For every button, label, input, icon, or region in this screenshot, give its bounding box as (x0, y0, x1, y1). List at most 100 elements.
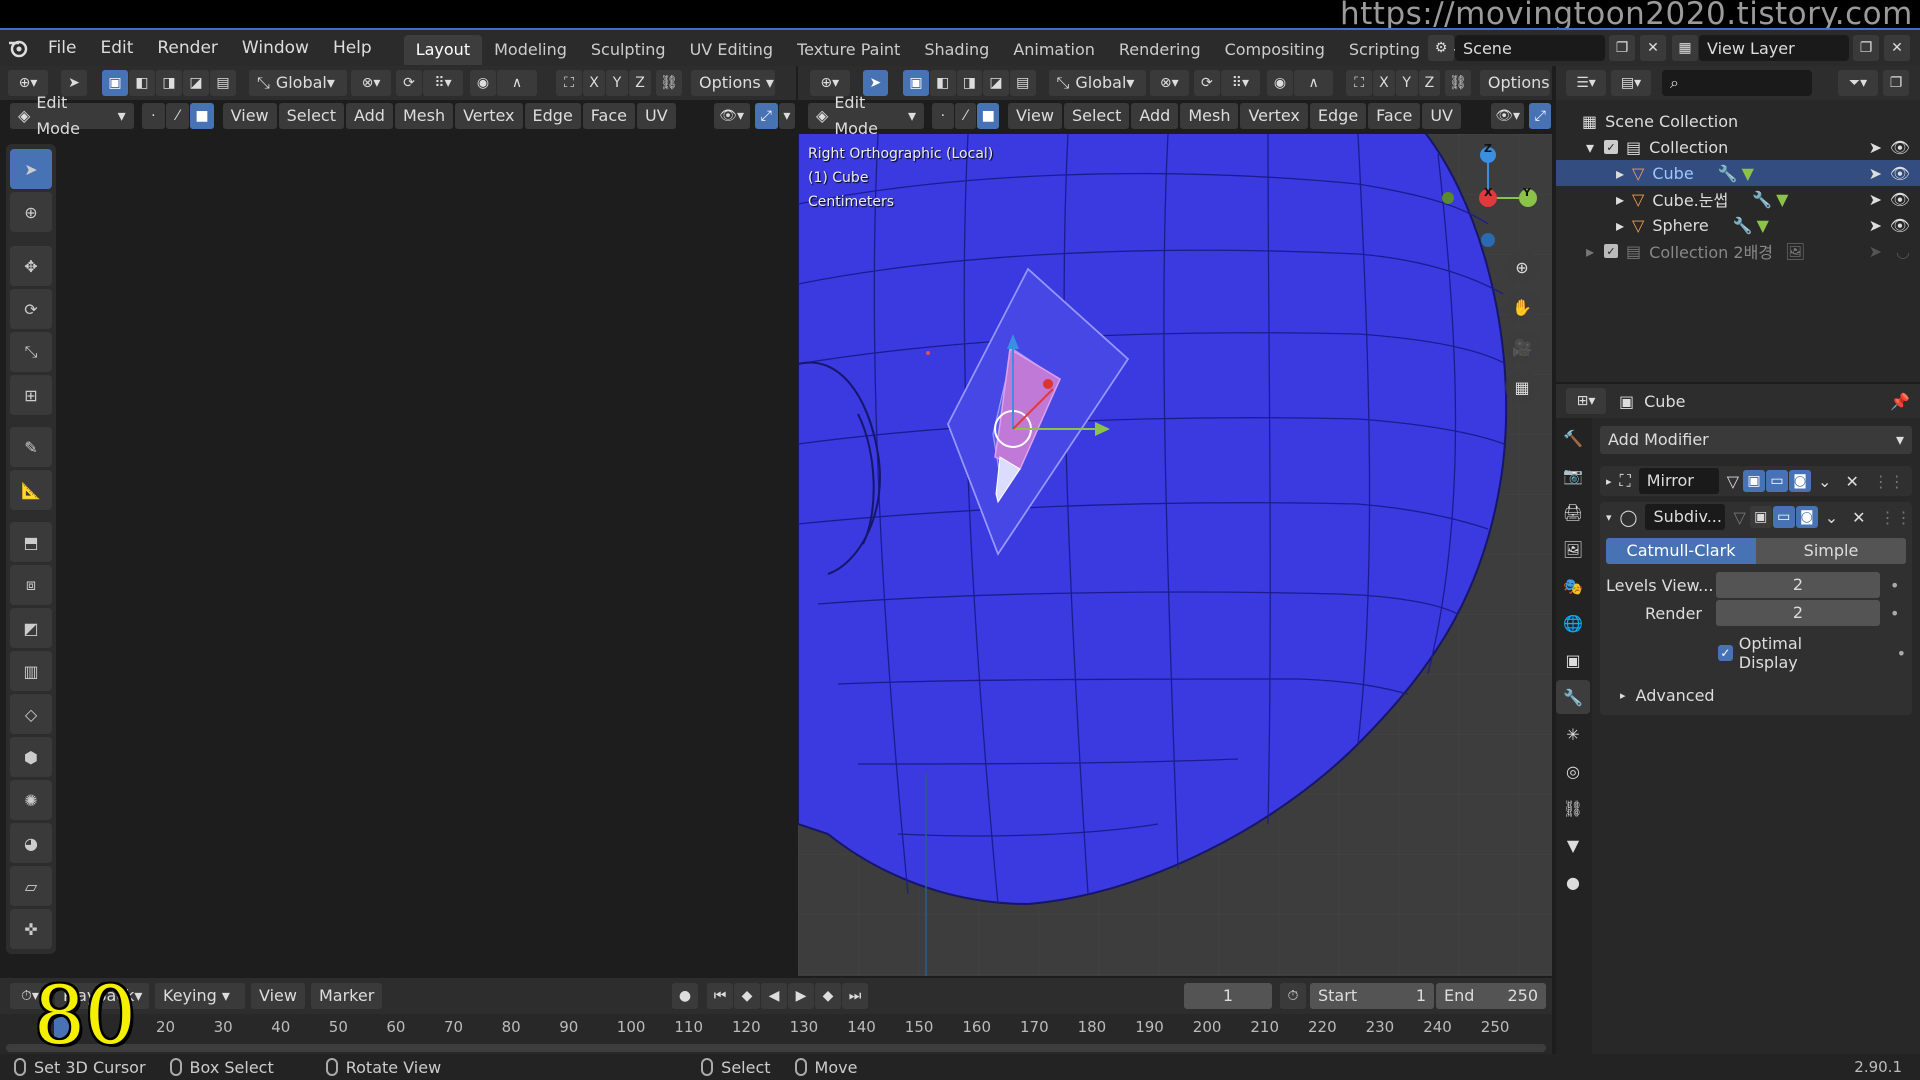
remove-modifier-icon[interactable]: ✕ (1845, 472, 1858, 491)
outliner-editor-icon[interactable]: ☰▾ (1566, 70, 1606, 96)
select-mode-subtract-icon[interactable]: ◨ (956, 70, 983, 96)
menu-face[interactable]: Face (582, 103, 635, 129)
select-arrow-icon[interactable]: ➤ (1869, 138, 1882, 157)
select-mode-extend-icon[interactable]: ◧ (929, 70, 956, 96)
transform-tool-icon[interactable]: ⊞ (10, 375, 52, 415)
delete-view-layer-icon[interactable]: ✕ (1884, 35, 1910, 61)
menu-select[interactable]: Select (278, 103, 344, 129)
menu-face[interactable]: Face (1368, 103, 1421, 129)
visibility-icon[interactable]: 👁▾ (1491, 103, 1525, 129)
render-toggle-icon[interactable]: ◙ (1795, 506, 1818, 528)
camera-icon[interactable]: 🎥 (750, 330, 784, 364)
tab-layout[interactable]: Layout (403, 35, 483, 65)
mirror-z-toggle[interactable]: Z (1418, 70, 1441, 96)
left-viewport[interactable]: Top Orthographic (1) Cube Centimeters Y … (0, 134, 796, 976)
gizmo-icon[interactable]: ⤢ (754, 103, 778, 129)
gizmo-dropdown-icon[interactable]: ▾ (778, 103, 796, 129)
add-modifier-dropdown[interactable]: Add Modifier ▾ (1600, 426, 1912, 454)
jump-end-icon[interactable]: ⏭ (842, 983, 868, 1009)
start-frame-field[interactable]: Start 1 (1310, 983, 1434, 1009)
tab-uv-editing[interactable]: UV Editing (678, 35, 785, 65)
tab-shading[interactable]: Shading (912, 35, 1001, 65)
select-mode-new-icon[interactable]: ▣ (903, 70, 929, 96)
outliner-search-input[interactable]: ⌕ (1662, 70, 1812, 96)
rip-tool-icon[interactable]: ✜ (10, 909, 52, 949)
jump-start-icon[interactable]: ⏮ (707, 983, 733, 1009)
tab-sculpting[interactable]: Sculpting (579, 35, 678, 65)
keyframe-dot-icon[interactable]: • (1897, 644, 1906, 663)
timeline-ruler[interactable]: 20 30 40 50 60 70 80 90 100 110 120 130 140 150 160 170… (0, 1014, 1552, 1056)
new-collection-icon[interactable]: ❐ (1883, 70, 1909, 96)
expand-arrow-icon[interactable]: ▸ (1620, 689, 1626, 702)
face-select-icon[interactable]: ■ (977, 103, 1000, 129)
catmull-clark-tab[interactable]: Catmull-Clark (1606, 538, 1756, 564)
checkbox-icon[interactable]: ✓ (1604, 140, 1619, 154)
shear-tool-icon[interactable]: ▱ (10, 866, 52, 906)
expand-arrow-icon[interactable]: ▾ (1586, 138, 1594, 157)
options-dropdown[interactable]: Options ▾ (691, 70, 775, 96)
new-scene-icon[interactable]: ❐ (1609, 35, 1635, 61)
keying-menu[interactable]: Keying ▾ (155, 983, 245, 1009)
extrude-tool-icon[interactable]: ⬒ (10, 522, 52, 562)
falloff-icon[interactable]: ∧ (497, 70, 537, 96)
expand-arrow-icon[interactable]: ▸ (1616, 164, 1624, 183)
constraints-tab-icon[interactable]: ⛓ (1556, 791, 1590, 825)
expand-arrow-icon[interactable]: ▸ (1586, 242, 1594, 261)
options-dropdown[interactable]: Options (1479, 70, 1550, 96)
mirror-x-toggle[interactable]: X (583, 70, 605, 96)
outliner-item-sphere[interactable]: ▸ ▽ Sphere 🔧 ▼ ➤ 👁 (1556, 212, 1920, 238)
select-mode-invert-icon[interactable]: ◪ (183, 70, 209, 96)
expand-arrow-icon[interactable]: ▾ (1606, 511, 1612, 524)
outliner-item-cube-eyebrow[interactable]: ▸ ▽ Cube.눈썹 🔧 ▼ ➤ 👁 (1556, 186, 1920, 212)
scene-tab-icon[interactable]: 🎭 (1556, 569, 1590, 603)
zoom-icon[interactable]: ⊕ (750, 250, 784, 284)
tab-compositing[interactable]: Compositing (1213, 35, 1337, 65)
physics-tab-icon[interactable]: ◎ (1556, 754, 1590, 788)
menu-uv[interactable]: UV (636, 103, 676, 129)
advanced-subpanel[interactable]: ▸ Advanced (1606, 686, 1906, 705)
display-mode-icon[interactable]: ▤▾ (1611, 70, 1651, 96)
expand-arrow-icon[interactable]: ▸ (1616, 216, 1624, 235)
select-mode-invert-icon[interactable]: ◪ (983, 70, 1009, 96)
mirror-x-toggle[interactable]: X (1373, 70, 1395, 96)
select-arrow-icon[interactable]: ➤ (1869, 242, 1882, 261)
prev-key-icon[interactable]: ◆ (734, 983, 760, 1009)
transform-orientation-select[interactable]: ⤡ Global ▾ (1048, 70, 1146, 96)
viewport-toggle-icon[interactable]: ▭ (1766, 470, 1789, 492)
move-tool-icon[interactable]: ✥ (10, 246, 52, 286)
blender-logo-icon[interactable] (0, 29, 36, 67)
tab-modeling[interactable]: Modeling (482, 35, 579, 65)
mirror-modifier-header[interactable]: ▸ ⛶ Mirror ▽ ▣ ▭ ◙ ⌄ ✕ ⋮⋮ (1600, 466, 1912, 496)
poly-build-tool-icon[interactable]: ⬢ (10, 737, 52, 777)
render-levels-field[interactable]: 2 (1716, 600, 1880, 626)
tab-scripting[interactable]: Scripting (1337, 35, 1432, 65)
properties-editor-icon[interactable]: ⊞▾ (1566, 388, 1606, 414)
edge-select-icon[interactable]: ⁄ (166, 103, 190, 129)
inset-tool-icon[interactable]: ⧈ (10, 565, 52, 605)
select-box-tool-icon[interactable]: ➤ (10, 149, 52, 189)
edit-cage-icon[interactable]: ▽ (1727, 472, 1739, 491)
dropdown-icon[interactable]: ⌄ (1818, 472, 1831, 491)
pin-icon[interactable]: 📌 (1890, 392, 1910, 411)
mode-select[interactable]: ◈ Edit Mode ▾ (808, 93, 924, 138)
eye-icon[interactable]: 👁 (1890, 190, 1910, 209)
collection-row[interactable]: ▾ ✓ ▤ Collection ➤ 👁 (1556, 134, 1920, 160)
select-mode-extend-icon[interactable]: ◧ (129, 70, 155, 96)
menu-select[interactable]: Select (1063, 103, 1130, 129)
pivot-point-icon[interactable]: ⊗▾ (351, 70, 391, 96)
falloff-icon[interactable]: ∧ (1293, 70, 1334, 96)
gizmo-icon[interactable]: ⤢ (1529, 103, 1551, 129)
select-arrow-icon[interactable]: ➤ (1869, 164, 1882, 183)
mirror-axis-icon[interactable]: ⛶ (556, 70, 582, 96)
menu-render[interactable]: Render (145, 29, 230, 67)
collection2-row[interactable]: ▸ ✓ ▤ Collection 2배경 🖼 ➤ ◡ (1556, 238, 1920, 264)
end-frame-field[interactable]: End 250 (1436, 983, 1546, 1009)
levels-field[interactable]: 2 (1716, 572, 1880, 598)
filter-icon[interactable]: ⏷▾ (1838, 70, 1878, 96)
menu-edge[interactable]: Edge (524, 103, 581, 129)
material-tab-icon[interactable]: ● (1556, 865, 1590, 899)
rotate-tool-icon[interactable]: ⟳ (10, 289, 52, 329)
menu-vertex[interactable]: Vertex (455, 103, 523, 129)
tool-tab-icon[interactable]: 🔨 (1556, 421, 1590, 455)
keyframe-dot-icon[interactable]: • (1890, 576, 1899, 595)
